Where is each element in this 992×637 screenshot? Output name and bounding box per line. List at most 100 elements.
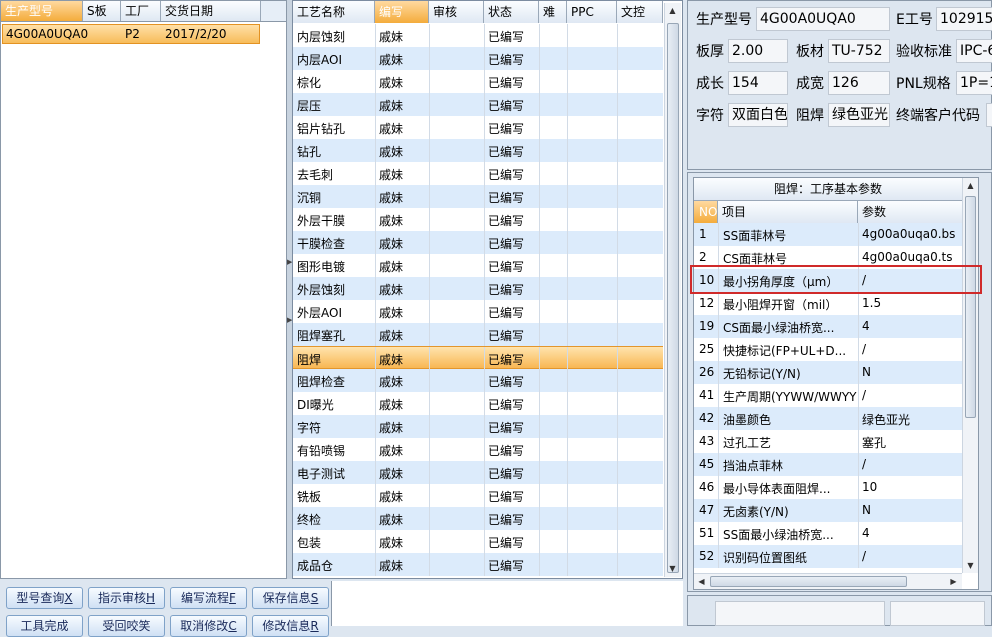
process-row[interactable]: 棕化 戚妹 已编写: [293, 70, 663, 93]
scroll-up-icon[interactable]: ▲: [665, 3, 680, 18]
mask-field[interactable]: 绿色亚光: [828, 103, 890, 127]
order-row[interactable]: 4G00A0UQA0 P2 2017/2/20: [2, 24, 260, 44]
process-vscrollbar[interactable]: ▲ ▼: [664, 3, 681, 577]
return-button[interactable]: 受回咬笑: [88, 615, 165, 637]
cancel-edit-button[interactable]: 取消修改C: [170, 615, 247, 637]
model-field[interactable]: 4G00A0UQA0: [756, 7, 890, 31]
param-row[interactable]: 41 生产周期(YYWW/WWYY) /: [694, 384, 962, 407]
param-row[interactable]: 19 CS面最小绿油桥宽... 4: [694, 315, 962, 338]
process-row[interactable]: 内层AOI 戚妹 已编写: [293, 47, 663, 70]
scroll-right-icon[interactable]: ▶: [946, 574, 961, 589]
col-header-writer[interactable]: 编写: [375, 1, 429, 23]
params-vscrollbar[interactable]: ▲ ▼: [962, 178, 978, 573]
process-row[interactable]: 内层蚀刻 戚妹 已编写: [293, 24, 663, 47]
process-row[interactable]: 外层蚀刻 戚妹 已编写: [293, 277, 663, 300]
bottom-field[interactable]: [715, 601, 885, 626]
width-field[interactable]: 126: [828, 71, 890, 95]
col-header-process-name[interactable]: 工艺名称: [293, 1, 375, 23]
col-header-param[interactable]: 参数: [858, 201, 962, 223]
eng-field[interactable]: 102915: [936, 7, 992, 31]
process-params-grid: 阻焊：工序基本参数 NO 项目 参数 1 SS面菲林号 4g00a0uqa0.bs 2…: [693, 177, 979, 590]
grid-line: [617, 507, 618, 530]
col-header-difficulty[interactable]: 难: [539, 1, 567, 23]
standard-field[interactable]: IPC-6: [956, 39, 992, 63]
process-scroll-thumb[interactable]: [667, 23, 679, 573]
params-hscroll-thumb[interactable]: [710, 576, 907, 587]
char-field[interactable]: 双面白色: [728, 103, 788, 127]
modify-info-button[interactable]: 修改信息R: [252, 615, 329, 637]
process-writer: 戚妹: [379, 536, 404, 550]
process-row[interactable]: 阻焊塞孔 戚妹 已编写: [293, 323, 663, 346]
grid-line: [484, 162, 485, 185]
param-row[interactable]: 43 过孔工艺 塞孔: [694, 430, 962, 453]
param-row[interactable]: 46 最小导体表面阻焊... 10: [694, 476, 962, 499]
col-header-model[interactable]: 生产型号: [1, 1, 83, 21]
thickness-field[interactable]: 2.00: [728, 39, 788, 63]
process-row[interactable]: 钻孔 戚妹 已编写: [293, 139, 663, 162]
process-name: 终检: [297, 513, 322, 527]
param-row[interactable]: 52 识别码位置图纸 /: [694, 545, 962, 568]
scroll-up-icon[interactable]: ▲: [963, 178, 978, 193]
edit-flow-button[interactable]: 编写流程F: [170, 587, 247, 609]
review-button[interactable]: 指示审核H: [88, 587, 165, 609]
col-header-factory[interactable]: 工厂: [121, 1, 161, 21]
scroll-down-icon[interactable]: ▼: [665, 561, 680, 576]
grid-line: [567, 369, 568, 392]
col-header-sboard[interactable]: S板: [83, 1, 121, 21]
param-row[interactable]: 26 无铅标记(Y/N) N: [694, 361, 962, 384]
param-row[interactable]: 42 油墨颜色 绿色亚光: [694, 407, 962, 430]
grid-line: [539, 461, 540, 484]
param-row[interactable]: 45 挡油点菲林 /: [694, 453, 962, 476]
param-row[interactable]: 25 快捷标记(FP+UL+D... /: [694, 338, 962, 361]
customer-field[interactable]: [986, 103, 992, 127]
process-row[interactable]: 有铅喷锡 戚妹 已编写: [293, 438, 663, 461]
process-status: 已编写: [488, 490, 525, 504]
param-row[interactable]: 12 最小阻焊开窗（mil） 1.5: [694, 292, 962, 315]
process-row[interactable]: 阻焊检查 戚妹 已编写: [293, 369, 663, 392]
process-row[interactable]: 铝片钻孔 戚妹 已编写: [293, 116, 663, 139]
col-header-doc-control[interactable]: 文控: [617, 1, 663, 23]
param-value: 4: [862, 319, 870, 333]
scroll-left-icon[interactable]: ◀: [694, 574, 709, 589]
grid-line: [484, 93, 485, 116]
save-info-button[interactable]: 保存信息S: [252, 587, 329, 609]
col-header-status[interactable]: 状态: [484, 1, 539, 23]
pnl-field[interactable]: 1P=1: [956, 71, 992, 95]
col-header-no[interactable]: NO: [694, 201, 718, 223]
process-row[interactable]: 层压 戚妹 已编写: [293, 93, 663, 116]
process-row[interactable]: 沉铜 戚妹 已编写: [293, 185, 663, 208]
process-row[interactable]: 终检 戚妹 已编写: [293, 507, 663, 530]
process-row[interactable]: 铣板 戚妹 已编写: [293, 484, 663, 507]
col-header-ppc[interactable]: PPC: [567, 1, 617, 23]
bottom-field-2[interactable]: [890, 601, 985, 626]
process-row[interactable]: 字符 戚妹 已编写: [293, 415, 663, 438]
col-header-reviewer[interactable]: 审核: [429, 1, 484, 23]
process-row[interactable]: 电子测试 戚妹 已编写: [293, 461, 663, 484]
material-field[interactable]: TU-752: [828, 39, 890, 63]
process-row[interactable]: 干膜检查 戚妹 已编写: [293, 231, 663, 254]
process-row[interactable]: 去毛刺 戚妹 已编写: [293, 162, 663, 185]
tool-complete-button[interactable]: 工具完成: [6, 615, 83, 637]
param-row[interactable]: 51 SS面最小绿油桥宽... 4: [694, 522, 962, 545]
scroll-down-icon[interactable]: ▼: [963, 558, 978, 573]
process-row[interactable]: 外层AOI 戚妹 已编写: [293, 300, 663, 323]
param-row[interactable]: 47 无卤素(Y/N) N: [694, 499, 962, 522]
params-hscrollbar[interactable]: ◀ ▶: [694, 573, 962, 589]
param-value: N: [862, 365, 871, 379]
process-row[interactable]: DI曝光 戚妹 已编写: [293, 392, 663, 415]
col-header-item[interactable]: 项目: [718, 201, 858, 223]
grid-line: [484, 461, 485, 484]
process-row[interactable]: 成品仓 戚妹 已编写: [293, 553, 663, 576]
process-writer: 戚妹: [379, 513, 404, 527]
params-scroll-thumb[interactable]: [965, 196, 976, 418]
process-row[interactable]: 包装 戚妹 已编写: [293, 530, 663, 553]
length-field[interactable]: 154: [728, 71, 788, 95]
process-status: 已编写: [488, 122, 525, 136]
model-query-button[interactable]: 型号查询X: [6, 587, 83, 609]
process-row[interactable]: 图形电镀 戚妹 已编写: [293, 254, 663, 277]
process-writer: 戚妹: [379, 398, 404, 412]
process-row[interactable]: 阻焊 戚妹 已编写: [293, 346, 663, 370]
process-row[interactable]: 外层干膜 戚妹 已编写: [293, 208, 663, 231]
col-header-date[interactable]: 交货日期: [161, 1, 261, 21]
param-row[interactable]: 1 SS面菲林号 4g00a0uqa0.bs: [694, 223, 962, 246]
